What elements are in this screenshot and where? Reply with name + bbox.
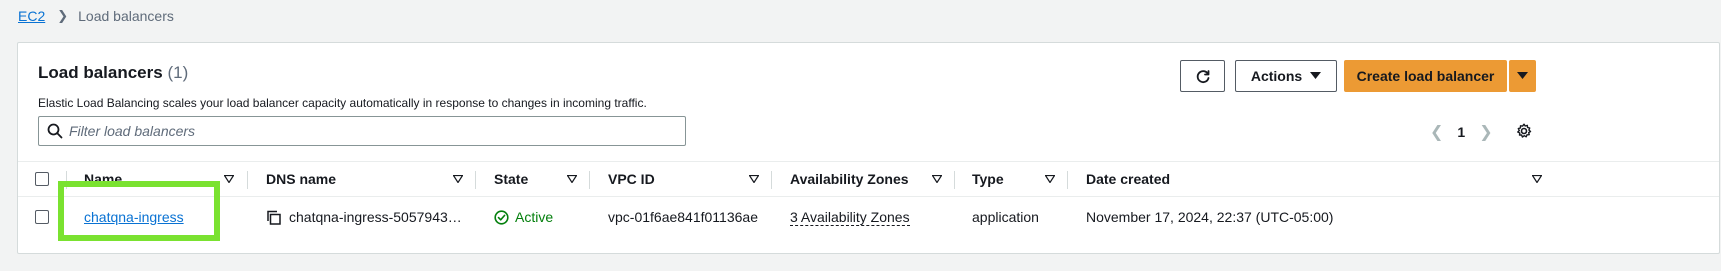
status-success-icon [494, 209, 509, 225]
sort-icon[interactable] [1532, 175, 1542, 183]
sort-icon[interactable] [749, 175, 759, 183]
row-checkbox[interactable] [35, 197, 49, 237]
pagination: ❮ 1 ❯ [1430, 122, 1493, 142]
availability-zones-text[interactable]: 3 Availability Zones [790, 209, 910, 226]
sort-icon[interactable] [1045, 175, 1055, 183]
create-dropdown-button[interactable] [1509, 60, 1536, 92]
column-header-az[interactable]: Availability Zones [790, 162, 909, 196]
vpc-id-cell: vpc-01f6ae841f01136ae [608, 209, 758, 225]
table-row[interactable]: chatqna-ingress chatqna-ingress-5057943…… [18, 197, 1719, 237]
gear-icon[interactable] [1516, 123, 1532, 139]
state-text: Active [515, 209, 554, 225]
caret-down-icon [1517, 72, 1528, 79]
highlight-box [58, 181, 220, 241]
refresh-icon [1196, 70, 1209, 84]
copy-icon[interactable] [266, 210, 281, 225]
column-header-date[interactable]: Date created [1086, 162, 1170, 196]
column-header-dns[interactable]: DNS name [266, 162, 336, 196]
state-cell: Active [494, 197, 553, 237]
breadcrumb-ec2-link[interactable]: EC2 [18, 8, 45, 24]
create-load-balancer-button[interactable]: Create load balancer [1344, 60, 1507, 92]
date-created-cell: November 17, 2024, 22:37 (UTC-05:00) [1086, 209, 1334, 225]
column-divider [589, 171, 590, 189]
filter-placeholder: Filter load balancers [69, 123, 196, 139]
caret-down-icon [1310, 72, 1322, 79]
actions-label: Actions [1250, 68, 1303, 84]
breadcrumb-current: Load balancers [78, 8, 174, 24]
dns-name-text: chatqna-ingress-5057943… [289, 209, 462, 225]
dns-name-cell: chatqna-ingress-5057943… [266, 197, 462, 237]
current-page-number[interactable]: 1 [1457, 124, 1465, 140]
column-header-type[interactable]: Type [972, 162, 1004, 196]
previous-page-icon[interactable]: ❮ [1430, 122, 1443, 142]
sort-icon[interactable] [567, 175, 577, 183]
column-divider [771, 171, 772, 189]
create-load-balancer-label: Create load balancer [1356, 68, 1495, 84]
column-header-vpc[interactable]: VPC ID [608, 162, 655, 196]
next-page-icon[interactable]: ❯ [1479, 122, 1492, 142]
column-divider [475, 171, 476, 189]
panel-description: Elastic Load Balancing scales your load … [38, 96, 647, 110]
availability-zones-cell[interactable]: 3 Availability Zones [790, 197, 910, 237]
column-divider [954, 171, 955, 189]
column-divider [247, 171, 248, 189]
breadcrumb: EC2 ❯ Load balancers [18, 6, 174, 26]
page-title-text: Load balancers [38, 63, 163, 82]
select-all-checkbox[interactable] [35, 162, 49, 196]
load-balancers-panel: Load balancers (1) Elastic Load Balancin… [17, 42, 1720, 254]
search-icon [47, 123, 63, 139]
filter-input[interactable]: Filter load balancers [38, 116, 686, 146]
actions-button[interactable]: Actions [1235, 60, 1337, 92]
column-divider [1067, 171, 1068, 189]
type-cell: application [972, 209, 1039, 225]
table-header: Name DNS name State VPC ID Availability … [18, 161, 1719, 197]
column-header-state[interactable]: State [494, 162, 528, 196]
sort-icon[interactable] [453, 175, 463, 183]
chevron-right-icon: ❯ [57, 8, 69, 23]
sort-icon[interactable] [224, 175, 234, 183]
page-title: Load balancers (1) [38, 63, 188, 83]
load-balancer-count: (1) [167, 63, 189, 82]
sort-icon[interactable] [932, 175, 942, 183]
refresh-button[interactable] [1180, 60, 1225, 92]
